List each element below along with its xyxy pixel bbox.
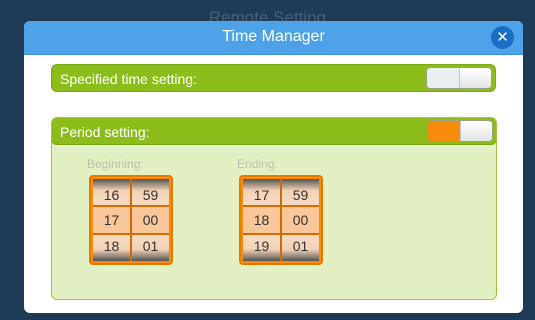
close-button[interactable]: ✕ [491, 26, 514, 49]
ending-hour-selected[interactable]: 18 [243, 207, 280, 233]
period-setting-row: Period setting: [52, 118, 496, 145]
close-icon: ✕ [496, 29, 509, 46]
dialog-title: Time Manager [222, 28, 325, 45]
time-manager-dialog: Time Manager ✕ Specified time setting: P… [24, 21, 523, 313]
ending-minute-prev[interactable]: 59 [282, 179, 319, 205]
period-setting-label: Period setting: [60, 124, 150, 140]
beginning-hour-next[interactable]: 18 [93, 235, 130, 261]
beginning-minute-next[interactable]: 01 [132, 235, 169, 261]
period-setting-toggle[interactable] [427, 120, 493, 142]
toggle-knob [459, 121, 492, 141]
beginning-hour-prev[interactable]: 16 [93, 179, 130, 205]
ending-hour-prev[interactable]: 17 [243, 179, 280, 205]
dialog-header: Time Manager ✕ [24, 21, 523, 55]
ending-minute-next[interactable]: 01 [282, 235, 319, 261]
specified-time-row: Specified time setting: [51, 64, 496, 92]
ending-hour-next[interactable]: 19 [243, 235, 280, 261]
specified-time-label: Specified time setting: [60, 71, 197, 87]
toggle-knob [458, 68, 491, 88]
beginning-minute-selected[interactable]: 00 [132, 207, 169, 233]
beginning-label: Beginning: [87, 157, 144, 171]
beginning-time-picker[interactable]: 16 59 17 00 18 01 [89, 175, 173, 265]
ending-time-picker[interactable]: 17 59 18 00 19 01 [239, 175, 323, 265]
ending-label: Ending: [237, 157, 278, 171]
toggle-track [427, 68, 459, 88]
ending-minute-selected[interactable]: 00 [282, 207, 319, 233]
beginning-hour-selected[interactable]: 17 [93, 207, 130, 233]
specified-time-toggle[interactable] [426, 67, 492, 89]
beginning-minute-prev[interactable]: 59 [132, 179, 169, 205]
period-setting-panel: Period setting: Beginning: Ending: 16 59… [51, 117, 497, 300]
toggle-track [428, 121, 460, 141]
